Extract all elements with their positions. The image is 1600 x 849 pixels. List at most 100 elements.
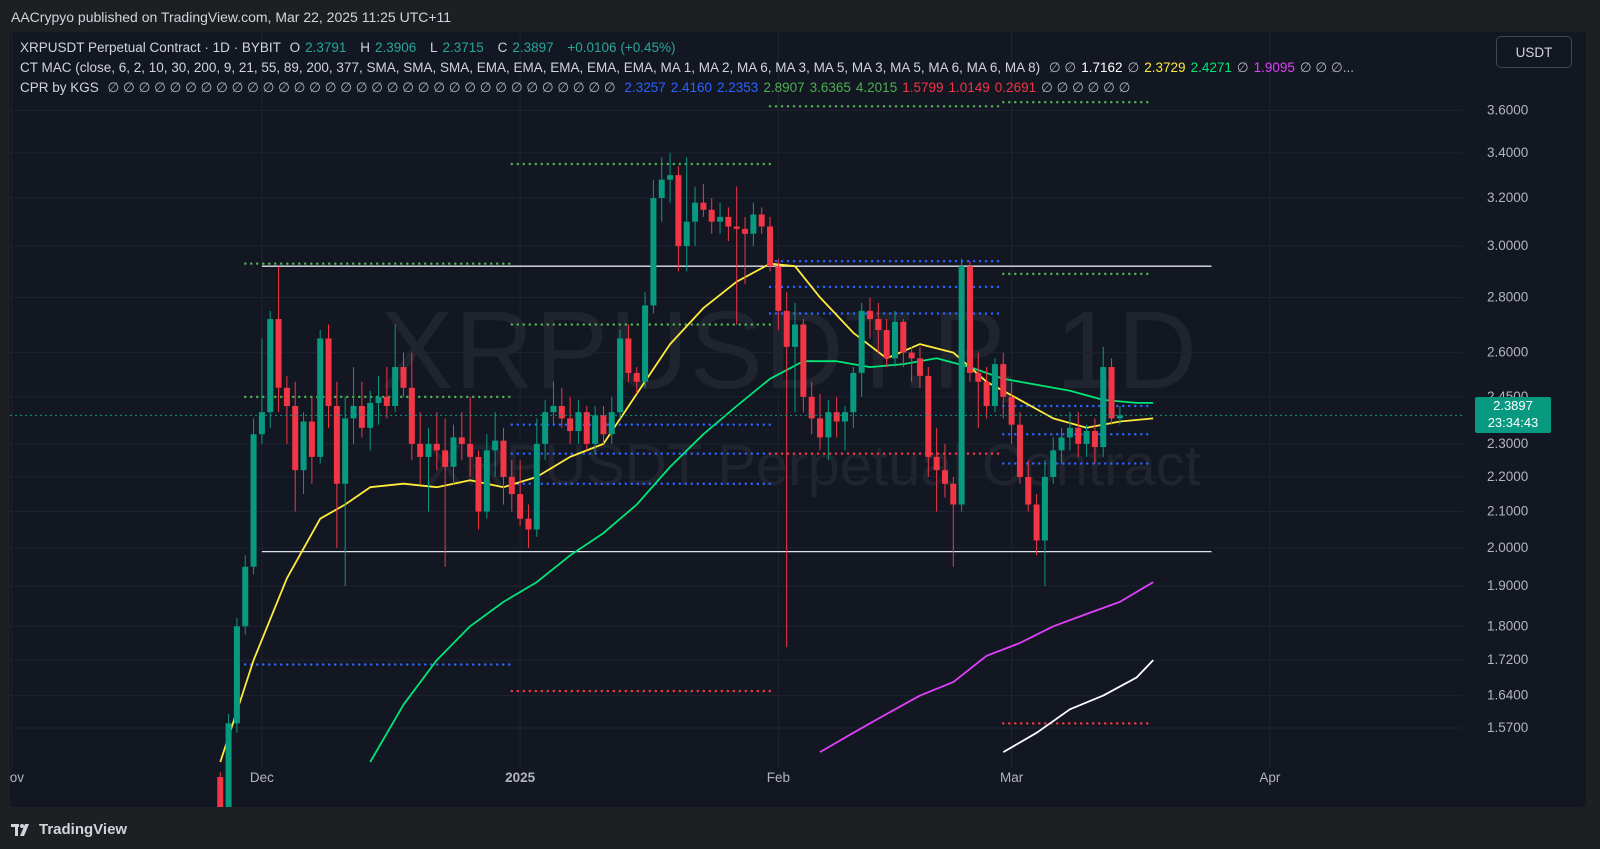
last-price-tag: 2.3897 23:34:43 (1475, 397, 1551, 434)
y-tick-6: 2.1000 (1487, 504, 1528, 519)
footer: TradingView (0, 807, 1600, 849)
moving-average-2 (819, 581, 1154, 753)
mac-value-0: ∅ ∅ (1048, 60, 1077, 75)
chart-panel[interactable]: XRPUSDT.P, 1D XRPUSDT Perpetual Contract… (10, 32, 1586, 807)
candle-body-35 (508, 476, 515, 495)
candle-body-36 (517, 494, 524, 519)
candle-body-21 (392, 367, 399, 406)
low-label: L (430, 40, 438, 55)
legend-symbol-row[interactable]: XRPUSDT Perpetual Contract · 1D · BYBIT … (20, 40, 680, 55)
cpr-value-5: 4.2015 (855, 80, 898, 95)
candle-body-84 (916, 358, 923, 376)
candle-body-97 (1025, 476, 1032, 505)
high-label: H (360, 40, 370, 55)
candle-body-85 (925, 375, 932, 457)
tradingview-brand: TradingView (39, 821, 128, 838)
low-value: 2.3715 (442, 40, 484, 55)
cpr-value-3: 2.8907 (763, 80, 805, 95)
y-tick-3: 1.8000 (1487, 618, 1528, 633)
candle-body-42 (567, 418, 574, 432)
legend-mac-row[interactable]: CT MAC (close, 6, 2, 10, 30, 200, 9, 21,… (20, 60, 1364, 76)
candle-body-38 (533, 443, 540, 530)
y-tick-8: 2.3000 (1487, 436, 1528, 451)
candle-body-15 (342, 418, 349, 484)
candle-body-90 (966, 266, 973, 373)
candle-body-2 (233, 626, 240, 724)
candle-body-22 (400, 367, 407, 388)
moving-average-1 (369, 357, 1154, 763)
mac-value-3: 2.3729 (1144, 60, 1186, 75)
moving-average-3 (1002, 659, 1154, 753)
cpr-value-1: 2.4160 (670, 80, 713, 95)
close-value: 2.3897 (512, 40, 554, 55)
price-chart[interactable]: 1.5700 1.6400 1.7200 1.8000 1.9000 2.0000 2.10… (10, 32, 1586, 807)
candle-body-7 (275, 319, 282, 388)
candle-body-100 (1050, 450, 1057, 477)
candle-body-52 (650, 198, 657, 306)
mac-values: ∅ ∅ 1.7162 ∅ 2.3729 2.4271 ∅ 1.9095 ∅ ∅ ∅... (1049, 60, 1359, 75)
candle-body-13 (325, 338, 332, 406)
countdown-timer: 23:34:43 (1487, 415, 1539, 431)
candle-body-45 (592, 415, 599, 444)
candle-body-104 (1083, 431, 1090, 444)
cpr-value-8: 0.2691 (994, 80, 1037, 95)
cpr-title[interactable]: CPR by KGS (20, 80, 99, 95)
candle-body-67 (775, 266, 782, 311)
candle-body-46 (600, 415, 607, 435)
candle-body-73 (825, 412, 832, 438)
candle-body-1 (225, 723, 232, 807)
candle-body-12 (317, 338, 324, 457)
candle-body-89 (958, 266, 965, 505)
cpr-value-6: 1.5799 (902, 80, 944, 95)
cpr-value-9: ∅ ∅ ∅ ∅ ∅ ∅ (1041, 80, 1131, 95)
candle-body-69 (792, 324, 799, 347)
candle-body-77 (858, 310, 865, 373)
x-tick-4: Mar (1000, 770, 1024, 785)
candle-body-57 (692, 202, 699, 222)
candle-body-24 (417, 443, 424, 457)
cpr-null-values: ∅ ∅ ∅ ∅ ∅ ∅ ∅ ∅ ∅ ∅ ∅ ∅ ∅ ∅ ∅ ∅ ∅ ∅ ∅ ∅ … (107, 80, 616, 95)
tradingview-logo[interactable]: TradingView (11, 821, 127, 838)
mac-title[interactable]: CT MAC (close, 6, 2, 10, 30, 200, 9, 21,… (20, 60, 1040, 75)
candle-body-3 (242, 566, 249, 627)
x-tick-5: Apr (1259, 770, 1281, 785)
candle-body-102 (1066, 427, 1073, 438)
candle-body-81 (891, 321, 898, 359)
candle-body-93 (991, 364, 998, 406)
candle-body-96 (1016, 424, 1023, 477)
candle-body-78 (866, 310, 873, 320)
candle-body-8 (283, 387, 290, 406)
candle-body-20 (383, 396, 390, 406)
y-tick-13: 3.2000 (1487, 190, 1528, 205)
x-tick-2: 2025 (505, 770, 536, 785)
candle-body-98 (1033, 504, 1040, 541)
y-tick-2: 1.7200 (1487, 652, 1528, 667)
candle-body-59 (708, 209, 715, 222)
candle-body-28 (450, 437, 457, 467)
legend-cpr-row[interactable]: CPR by KGS ∅ ∅ ∅ ∅ ∅ ∅ ∅ ∅ ∅ ∅ ∅ ∅ ∅ ∅ ∅… (20, 80, 1140, 96)
candle-body-61 (725, 216, 732, 227)
mac-value-4: 2.4271 (1190, 60, 1232, 75)
y-tick-4: 1.9000 (1487, 578, 1528, 593)
candle-body-37 (525, 518, 532, 530)
candle-body-76 (850, 372, 857, 413)
mac-value-6: 1.9095 (1253, 60, 1295, 75)
candle-body-68 (783, 310, 790, 347)
candle-body-56 (683, 221, 690, 247)
candle-body-64 (750, 214, 757, 234)
candle-body-63 (742, 228, 749, 234)
candle-body-92 (983, 381, 990, 406)
candle-body-91 (975, 372, 982, 382)
candle-body-27 (442, 450, 449, 467)
symbol-title[interactable]: XRPUSDT Perpetual Contract · 1D · BYBIT (20, 40, 281, 55)
change-value: +0.0106 (+0.45%) (567, 40, 676, 55)
candle-body-88 (950, 483, 957, 505)
x-tick-1: Dec (250, 770, 274, 785)
candle-body-44 (583, 412, 590, 444)
candle-body-41 (558, 405, 565, 419)
y-tick-15: 3.6000 (1487, 102, 1528, 117)
candle-body-39 (542, 412, 549, 444)
y-tick-1: 1.6400 (1487, 688, 1528, 703)
currency-button[interactable]: USDT (1496, 36, 1572, 68)
candle-body-50 (633, 372, 640, 382)
